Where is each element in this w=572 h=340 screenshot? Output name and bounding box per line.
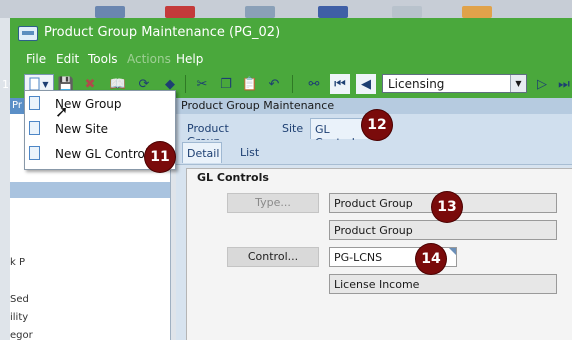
find-button[interactable]: ⚯ — [304, 74, 324, 94]
menu-tools[interactable]: Tools — [88, 52, 118, 66]
title-bar: Product Group Maintenance (PG_02) — [10, 18, 572, 48]
callout-badge: 12 — [362, 110, 392, 140]
desktop-icon — [245, 6, 275, 18]
left-panel-fragment: Sed — [10, 294, 29, 305]
tab-gl-control[interactable]: GL Control — [310, 118, 370, 149]
last-record-icon: ⏭ — [558, 76, 570, 92]
menu-item-label: New Site — [55, 122, 109, 136]
left-panel-fragment: egor — [10, 330, 33, 340]
type-description-field: Product Group — [329, 220, 557, 240]
type-description: Product Group — [334, 224, 413, 237]
control-description: License Income — [334, 278, 420, 291]
left-panel-band — [10, 182, 170, 198]
copy-button[interactable]: ❐ — [216, 74, 236, 94]
tab-product-group[interactable]: Product Group — [184, 118, 262, 148]
mouse-pointer-icon: ➚ — [55, 102, 69, 121]
menu-edit[interactable]: Edit — [56, 52, 79, 66]
first-record-button[interactable]: ⏮ — [330, 74, 350, 94]
page-icon — [29, 121, 40, 135]
desktop-strip — [0, 0, 572, 18]
control-button[interactable]: Control... — [227, 247, 319, 267]
menu-actions[interactable]: Actions — [127, 52, 171, 66]
desktop-icon — [462, 6, 492, 18]
previous-record-button[interactable]: ◀ — [356, 74, 376, 94]
record-combo-value: Licensing — [388, 77, 445, 91]
previous-record-icon: ◀ — [361, 76, 371, 92]
next-record-icon: ▷ — [537, 76, 547, 92]
type-value: Product Group — [334, 197, 413, 210]
next-record-button[interactable]: ▷ — [532, 74, 552, 94]
desktop-icon — [392, 6, 422, 18]
tab-label: Site — [282, 122, 304, 135]
menu-item-new-site[interactable]: New Site — [25, 117, 175, 141]
record-combo[interactable]: Licensing ▼ — [382, 74, 527, 93]
page-icon — [29, 146, 40, 160]
chevron-down-icon[interactable]: ▼ — [510, 75, 526, 92]
left-panel-fragment: k P — [10, 257, 25, 268]
callout-badge: 11 — [145, 142, 175, 172]
window-title: Product Group Maintenance (PG_02) — [44, 25, 281, 40]
page-icon — [29, 96, 40, 110]
desktop-icon — [318, 6, 348, 18]
desktop-icon — [165, 6, 195, 18]
group-title: GL Controls — [197, 171, 269, 184]
toolbar-separator — [185, 75, 186, 93]
menu-item-new-group[interactable]: New Group — [25, 92, 175, 116]
control-value: PG-LCNS — [334, 251, 383, 264]
callout-badge: 13 — [432, 192, 462, 222]
gl-controls-group: GL Controls Type... Product Group Produc… — [186, 168, 572, 340]
menu-help[interactable]: Help — [176, 52, 203, 66]
tab-list[interactable]: List — [234, 142, 264, 163]
tab-label: List — [240, 146, 260, 159]
paste-button[interactable]: 📋 — [240, 74, 260, 94]
chevron-down-icon: ▼ — [42, 79, 49, 89]
menu-bar: File Edit Tools Actions Help — [10, 48, 572, 70]
undo-icon: ↶ — [268, 76, 280, 92]
callout-badge: 14 — [416, 244, 446, 274]
tab-detail[interactable]: Detail — [182, 142, 222, 163]
secondary-tab-strip: Detail List — [176, 140, 572, 165]
left-panel-fragment: Pr — [12, 100, 22, 111]
breadcrumb-label: Product Group Maintenance — [181, 99, 335, 112]
cut-icon: ✂ — [196, 76, 208, 92]
control-description-field: License Income — [329, 274, 557, 294]
copy-icon: ❐ — [220, 76, 232, 92]
toolbar-separator — [292, 75, 293, 93]
last-record-button[interactable]: ⏭ — [554, 74, 572, 94]
desktop-icon — [95, 6, 125, 18]
new-icon — [29, 77, 40, 91]
left-panel-fragment: ility — [10, 312, 29, 323]
cut-button[interactable]: ✂ — [192, 74, 212, 94]
binoculars-icon: ⚯ — [308, 76, 320, 92]
paste-icon: 📋 — [241, 76, 259, 92]
application-window: Product Group Maintenance (PG_02) File E… — [10, 18, 572, 340]
undo-button[interactable]: ↶ — [264, 74, 284, 94]
tab-label: Detail — [187, 147, 220, 160]
menu-item-label: New GL Control — [55, 147, 149, 161]
menu-file[interactable]: File — [26, 52, 46, 66]
app-icon — [18, 26, 38, 41]
first-record-icon: ⏮ — [334, 76, 346, 92]
type-button[interactable]: Type... — [227, 193, 319, 213]
tab-site[interactable]: Site — [280, 118, 308, 139]
